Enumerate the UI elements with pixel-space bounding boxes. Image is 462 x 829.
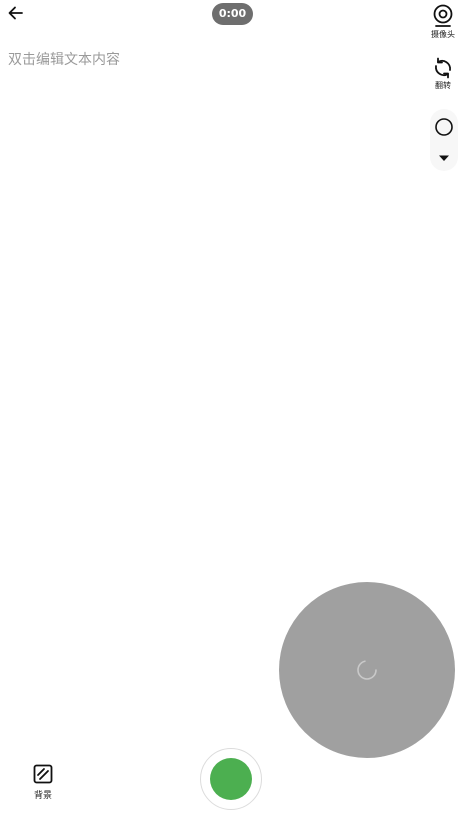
recorder-screen: 0:00 双击编辑文本内容 摄像头 翻转 背景 — [0, 0, 462, 829]
background-button[interactable]: 背景 — [31, 764, 55, 801]
circle-outline-icon — [435, 118, 453, 136]
webcam-icon — [433, 4, 453, 27]
spinner-icon — [357, 660, 377, 680]
text-content-placeholder[interactable]: 双击编辑文本内容 — [8, 50, 120, 70]
record-button-core — [210, 758, 252, 800]
shape-dropdown-toggle[interactable] — [437, 152, 451, 164]
arrow-left-icon — [8, 6, 23, 20]
camera-preview-bubble[interactable] — [279, 582, 455, 758]
flip-label: 翻转 — [435, 81, 451, 90]
back-button[interactable] — [4, 1, 28, 25]
recording-timer: 0:00 — [212, 3, 253, 25]
hatched-square-icon — [33, 764, 53, 784]
rotate-icon — [435, 57, 451, 79]
flip-button[interactable]: 翻转 — [430, 57, 456, 91]
record-button[interactable] — [200, 748, 262, 810]
shape-circle-option[interactable] — [434, 117, 454, 137]
camera-label: 摄像头 — [431, 30, 455, 39]
caret-down-icon — [439, 155, 449, 161]
camera-toggle-button[interactable]: 摄像头 — [430, 4, 456, 40]
shape-selector — [430, 109, 458, 171]
background-label: 背景 — [33, 791, 52, 801]
